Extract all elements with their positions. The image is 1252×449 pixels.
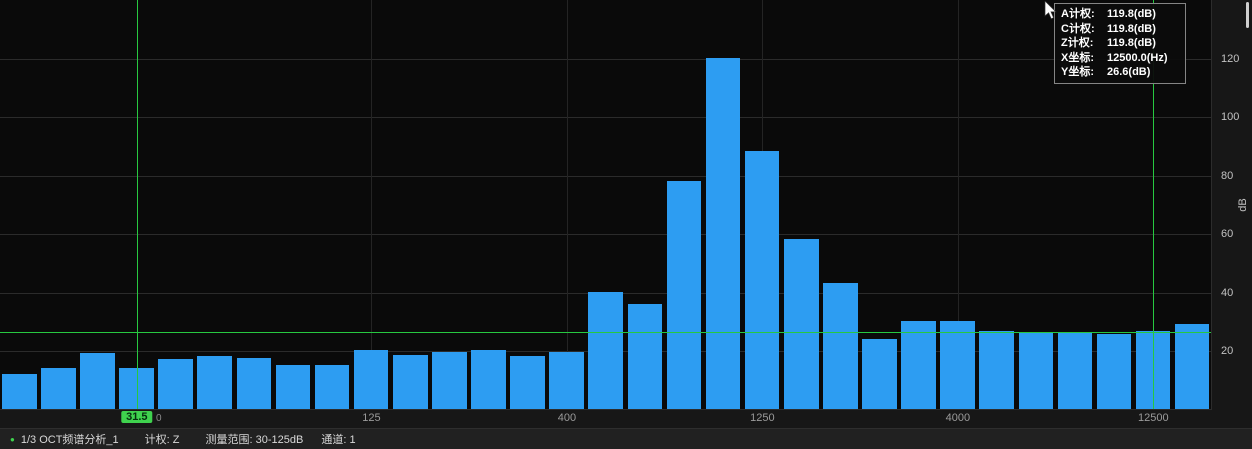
plot-area[interactable]: [0, 0, 1212, 410]
weighting-info: 计权: Z: [145, 431, 180, 447]
spectrum-bar[interactable]: [158, 359, 193, 409]
y-axis: dB 20 40 60 80 100 120: [1212, 0, 1252, 410]
y-axis-tick-label: 20: [1221, 345, 1233, 357]
tooltip-row: C计权:119.8(dB): [1061, 22, 1179, 37]
gridline-horizontal: [0, 176, 1211, 177]
spectrum-bar[interactable]: [393, 355, 428, 409]
spectrum-bar[interactable]: [237, 358, 272, 409]
x-axis-artifact-label: 0: [156, 413, 162, 424]
spectrum-bar[interactable]: [1175, 324, 1210, 409]
channel-status-icon: ●: [10, 435, 15, 444]
cursor-readout-tooltip: A计权:119.8(dB)C计权:119.8(dB)Z计权:119.8(dB)X…: [1054, 3, 1186, 84]
gridline-horizontal: [0, 234, 1211, 235]
spectrum-bar[interactable]: [823, 283, 858, 409]
tooltip-row: X坐标:12500.0(Hz): [1061, 51, 1179, 66]
spectrum-bar[interactable]: [41, 368, 76, 409]
spectrum-bar[interactable]: [745, 151, 780, 409]
spectrum-bar[interactable]: [706, 58, 741, 409]
spectrum-bar[interactable]: [588, 292, 623, 409]
channel-info: 通道: 1: [321, 431, 355, 447]
y-axis-tick-label: 100: [1221, 111, 1239, 123]
spectrum-bar[interactable]: [862, 339, 897, 409]
spectrum-bar[interactable]: [784, 239, 819, 409]
tooltip-value: 119.8(dB): [1107, 36, 1156, 51]
tooltip-value: 119.8(dB): [1107, 22, 1156, 37]
x-axis-tick-label: 400: [558, 412, 576, 424]
gridline-horizontal: [0, 117, 1211, 118]
spectrum-bar[interactable]: [510, 356, 545, 409]
spectrum-bar[interactable]: [1019, 333, 1054, 409]
tooltip-label: C计权:: [1061, 22, 1107, 37]
spectrum-bar[interactable]: [628, 304, 663, 409]
gridline-vertical: [371, 0, 372, 409]
cursor-horizontal-line[interactable]: [0, 332, 1211, 333]
spectrum-bar[interactable]: [80, 353, 115, 409]
scrollbar-thumb[interactable]: [1246, 2, 1249, 28]
tooltip-label: X坐标:: [1061, 51, 1107, 66]
spectrum-bar[interactable]: [276, 365, 311, 409]
tooltip-row: Z计权:119.8(dB): [1061, 36, 1179, 51]
tooltip-label: A计权:: [1061, 7, 1107, 22]
y-axis-tick-label: 40: [1221, 287, 1233, 299]
x-axis: 0 31.5 125 400 1250 4000 12500: [0, 410, 1212, 428]
cursor-frequency-badge[interactable]: 31.5: [121, 411, 152, 423]
spectrum-bar[interactable]: [354, 350, 389, 409]
spectrum-bar[interactable]: [2, 374, 37, 409]
tooltip-row: A计权:119.8(dB): [1061, 7, 1179, 22]
spectrum-bar[interactable]: [432, 352, 467, 409]
tooltip-label: Z计权:: [1061, 36, 1107, 51]
spectrum-bar[interactable]: [667, 181, 702, 409]
spectrum-bar[interactable]: [1058, 333, 1093, 409]
spectrum-bar[interactable]: [549, 352, 584, 409]
spectrum-analyzer-window: 0 31.5 125 400 1250 4000 12500 dB 20 40 60 80 100…: [0, 0, 1252, 449]
measurement-title: 1/3 OCT频谱分析_1: [21, 431, 119, 447]
tooltip-row: Y坐标:26.6(dB): [1061, 65, 1179, 80]
spectrum-bar[interactable]: [940, 321, 975, 409]
x-axis-tick-label: 12500: [1138, 412, 1169, 424]
x-axis-tick-label: 125: [362, 412, 380, 424]
y-axis-tick-label: 80: [1221, 170, 1233, 182]
tooltip-label: Y坐标:: [1061, 65, 1107, 80]
status-bar: ● 1/3 OCT频谱分析_1 计权: Z 测量范围: 30-125dB 通道:…: [0, 428, 1252, 449]
x-axis-tick-label: 1250: [750, 412, 774, 424]
gridline-horizontal: [0, 59, 1211, 60]
y-axis-tick-label: 120: [1221, 53, 1239, 65]
cursor-vertical-line[interactable]: [137, 0, 138, 409]
tooltip-value: 119.8(dB): [1107, 7, 1156, 22]
mouse-cursor-icon: [1044, 1, 1059, 22]
spectrum-bar[interactable]: [1097, 334, 1132, 409]
spectrum-bar[interactable]: [901, 321, 936, 409]
spectrum-bar[interactable]: [315, 365, 350, 409]
range-info: 测量范围: 30-125dB: [206, 431, 304, 447]
spectrum-bar[interactable]: [979, 331, 1014, 409]
y-axis-tick-label: 60: [1221, 228, 1233, 240]
y-axis-unit-label: dB: [1237, 198, 1249, 211]
tooltip-value: 26.6(dB): [1107, 65, 1150, 80]
gridline-vertical: [567, 0, 568, 409]
spectrum-bar[interactable]: [197, 356, 232, 409]
x-axis-tick-label: 4000: [946, 412, 970, 424]
tooltip-value: 12500.0(Hz): [1107, 51, 1168, 66]
spectrum-bar[interactable]: [471, 350, 506, 409]
